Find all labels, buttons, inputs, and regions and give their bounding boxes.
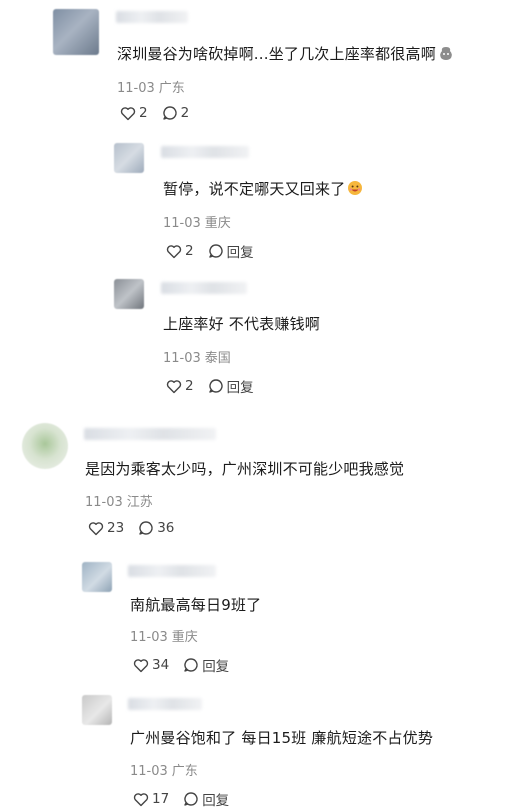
- like-count: 34: [152, 657, 170, 673]
- comment-actions: 23 36: [88, 520, 188, 536]
- reply-label: 回复: [202, 793, 230, 809]
- comment-bubble-icon: [184, 792, 198, 806]
- reply-text: 南航最高每日9班了: [130, 594, 261, 615]
- comment-bubble-icon: [162, 106, 177, 120]
- username-blurred[interactable]: [128, 698, 202, 710]
- reply-text: 广州曼谷饱和了 每日15班 廉航短途不占优势: [130, 727, 433, 748]
- comment-meta: 11-03 江苏: [85, 491, 157, 510]
- grin-emoji: [348, 181, 363, 195]
- reply-meta: 11-03 广东: [130, 760, 202, 779]
- like-button[interactable]: 2: [166, 378, 194, 394]
- reply-location: 重庆: [204, 216, 231, 231]
- reply-location: 广东: [171, 764, 198, 779]
- like-count: 23: [107, 520, 125, 536]
- reply-text-content: 南航最高每日9班了: [130, 596, 262, 614]
- reply-location: 泰国: [204, 351, 231, 366]
- like-button[interactable]: 2: [120, 105, 148, 121]
- reply-location: 重庆: [171, 630, 198, 645]
- like-count: 2: [185, 243, 194, 259]
- reply-button[interactable]: 回复: [208, 241, 254, 261]
- reply-label: 回复: [226, 245, 254, 261]
- like-count: 17: [152, 791, 170, 807]
- avatar[interactable]: [82, 562, 112, 592]
- comment-text: 是因为乘客太少吗，广州深圳不可能少吧我感觉: [85, 458, 404, 479]
- comment-date: 11-03: [85, 495, 123, 510]
- reply-date: 11-03: [130, 630, 168, 645]
- reply-text: 暂停，说不定哪天又回来了: [163, 178, 363, 199]
- sweat-bag-emoji: [440, 47, 452, 60]
- reply-count: 2: [180, 105, 190, 121]
- reply-actions: 34 回复: [133, 655, 243, 675]
- reply-count: 36: [157, 520, 175, 536]
- reply-meta: 11-03 重庆: [163, 212, 235, 231]
- reply-meta: 11-03 泰国: [163, 347, 235, 366]
- heart-icon: [166, 379, 182, 393]
- comment-actions: 2 2: [120, 105, 203, 121]
- comment-bubble-icon: [208, 244, 223, 258]
- heart-icon: [120, 106, 136, 120]
- heart-icon: [133, 658, 149, 672]
- avatar[interactable]: [82, 695, 112, 725]
- like-count: 2: [139, 105, 148, 121]
- like-button[interactable]: 17: [133, 791, 169, 807]
- heart-icon: [88, 521, 104, 535]
- reply-date: 11-03: [130, 764, 168, 779]
- reply-text: 上座率好 不代表赚钱啊: [163, 313, 320, 334]
- username-blurred[interactable]: [116, 11, 188, 23]
- comment-bubble-icon: [208, 379, 223, 393]
- comment-location: 广东: [158, 81, 185, 96]
- avatar[interactable]: [114, 143, 144, 173]
- reply-button[interactable]: 回复: [183, 789, 229, 809]
- like-button[interactable]: 2: [166, 243, 194, 259]
- comment-text-content: 是因为乘客太少吗，广州深圳不可能少吧我感觉: [85, 460, 405, 478]
- reply-button[interactable]: 回复: [183, 655, 229, 675]
- reply-count-button[interactable]: 2: [162, 105, 190, 121]
- like-button[interactable]: 23: [88, 520, 124, 536]
- username-blurred[interactable]: [128, 565, 216, 577]
- reply-actions: 2 回复: [166, 241, 268, 261]
- like-button[interactable]: 34: [133, 657, 169, 673]
- avatar[interactable]: [53, 9, 99, 55]
- comment-bubble-icon: [139, 521, 153, 535]
- reply-count-button[interactable]: 36: [138, 520, 174, 536]
- username-blurred[interactable]: [161, 146, 249, 158]
- reply-label: 回复: [226, 380, 254, 396]
- comment-meta: 11-03 广东: [117, 77, 189, 96]
- username-blurred[interactable]: [84, 428, 216, 440]
- comment-date: 11-03: [117, 81, 155, 96]
- reply-actions: 2 回复: [166, 376, 268, 396]
- comment-location: 江苏: [126, 495, 153, 510]
- reply-date: 11-03: [163, 216, 201, 231]
- like-count: 2: [185, 378, 194, 394]
- username-blurred[interactable]: [161, 282, 247, 294]
- reply-text-content: 上座率好 不代表赚钱啊: [163, 315, 320, 333]
- reply-text-content: 暂停，说不定哪天又回来了: [163, 180, 346, 198]
- comment-text-content: 深圳曼谷为啥砍掉啊...坐了几次上座率都很高啊: [117, 45, 436, 63]
- reply-meta: 11-03 重庆: [130, 626, 202, 645]
- reply-label: 回复: [202, 659, 230, 675]
- reply-button[interactable]: 回复: [208, 376, 254, 396]
- comment-bubble-icon: [184, 658, 198, 672]
- reply-actions: 17 回复: [133, 789, 243, 809]
- avatar[interactable]: [22, 423, 68, 469]
- heart-icon: [133, 792, 149, 806]
- reply-text-content: 广州曼谷饱和了 每日15班 廉航短途不占优势: [130, 729, 434, 747]
- heart-icon: [166, 244, 182, 258]
- avatar[interactable]: [114, 279, 144, 309]
- reply-date: 11-03: [163, 351, 201, 366]
- comment-text: 深圳曼谷为啥砍掉啊...坐了几次上座率都很高啊: [117, 43, 454, 64]
